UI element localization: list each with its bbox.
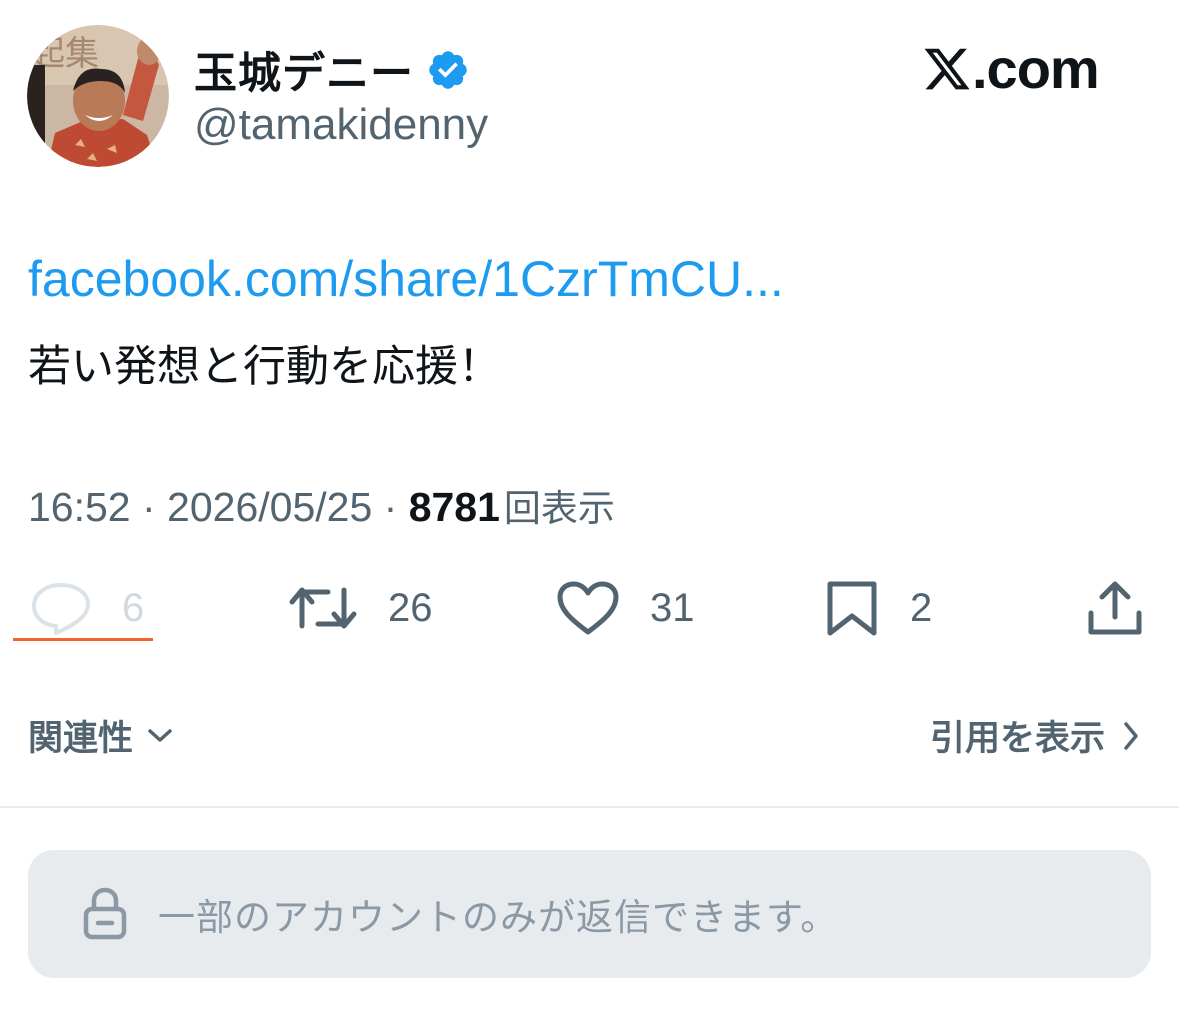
- bookmark-button[interactable]: 2: [824, 578, 932, 638]
- tweet-link[interactable]: facebook.com/share/1CzrTmCU...: [28, 250, 784, 308]
- reply-restriction-text: 一部のアカウントのみが返信できます。: [158, 896, 839, 939]
- author-display-name[interactable]: 玉城デニー: [194, 39, 414, 101]
- reply-count: 6: [122, 585, 145, 630]
- meta-separator: ·: [372, 484, 409, 530]
- sort-relevance-dropdown[interactable]: 関連性: [28, 710, 173, 761]
- relevance-label: 関連性: [28, 719, 134, 759]
- reply-icon: [32, 583, 90, 635]
- bookmark-icon: [827, 581, 877, 636]
- divider: [0, 806, 1179, 808]
- author-handle[interactable]: @tamakidenny: [194, 100, 488, 150]
- share-button[interactable]: [1086, 578, 1144, 638]
- tweet-text: 若い発想と行動を応援！: [28, 342, 501, 392]
- tweet-date[interactable]: 2026/05/25: [167, 484, 372, 531]
- heart-icon: [557, 581, 619, 635]
- tweet-meta: 16:52 · 2026/05/25 · 8781 回表示: [28, 478, 615, 532]
- chevron-right-icon: [1124, 721, 1138, 750]
- meta-separator: ·: [130, 484, 168, 530]
- like-count: 31: [650, 585, 695, 630]
- views-label[interactable]: 回表示: [504, 478, 615, 532]
- reply-restriction-banner: 一部のアカウントのみが返信できます。: [28, 850, 1151, 978]
- tweet-time[interactable]: 16:52: [28, 484, 131, 531]
- tweet-page: 起集 玉城デニー @tamakidenny .com facebook.com/…: [0, 0, 1179, 1018]
- like-button[interactable]: 31: [556, 578, 695, 638]
- x-logo-icon: [924, 48, 970, 89]
- reply-underline: [13, 638, 153, 641]
- view-quotes-link[interactable]: 引用を表示: [930, 710, 1139, 761]
- repost-button[interactable]: 26: [288, 578, 433, 638]
- bookmark-count: 2: [910, 585, 933, 630]
- views-count[interactable]: 8781: [409, 484, 500, 531]
- verified-badge-icon: [429, 51, 467, 89]
- reply-button[interactable]: 6: [30, 578, 144, 638]
- quotes-label: 引用を表示: [929, 719, 1105, 759]
- share-icon: [1088, 581, 1142, 635]
- chevron-down-icon: [148, 728, 172, 742]
- lock-icon: [83, 887, 127, 940]
- author-name-row[interactable]: 玉城デニー: [194, 38, 470, 102]
- avatar[interactable]: 起集: [27, 25, 169, 167]
- profile-photo-icon: 起集: [27, 25, 169, 167]
- brand-domain: .com: [972, 37, 1100, 100]
- repost-count: 26: [388, 585, 433, 630]
- repost-icon: [289, 587, 357, 629]
- brand-logo: .com: [922, 36, 1100, 101]
